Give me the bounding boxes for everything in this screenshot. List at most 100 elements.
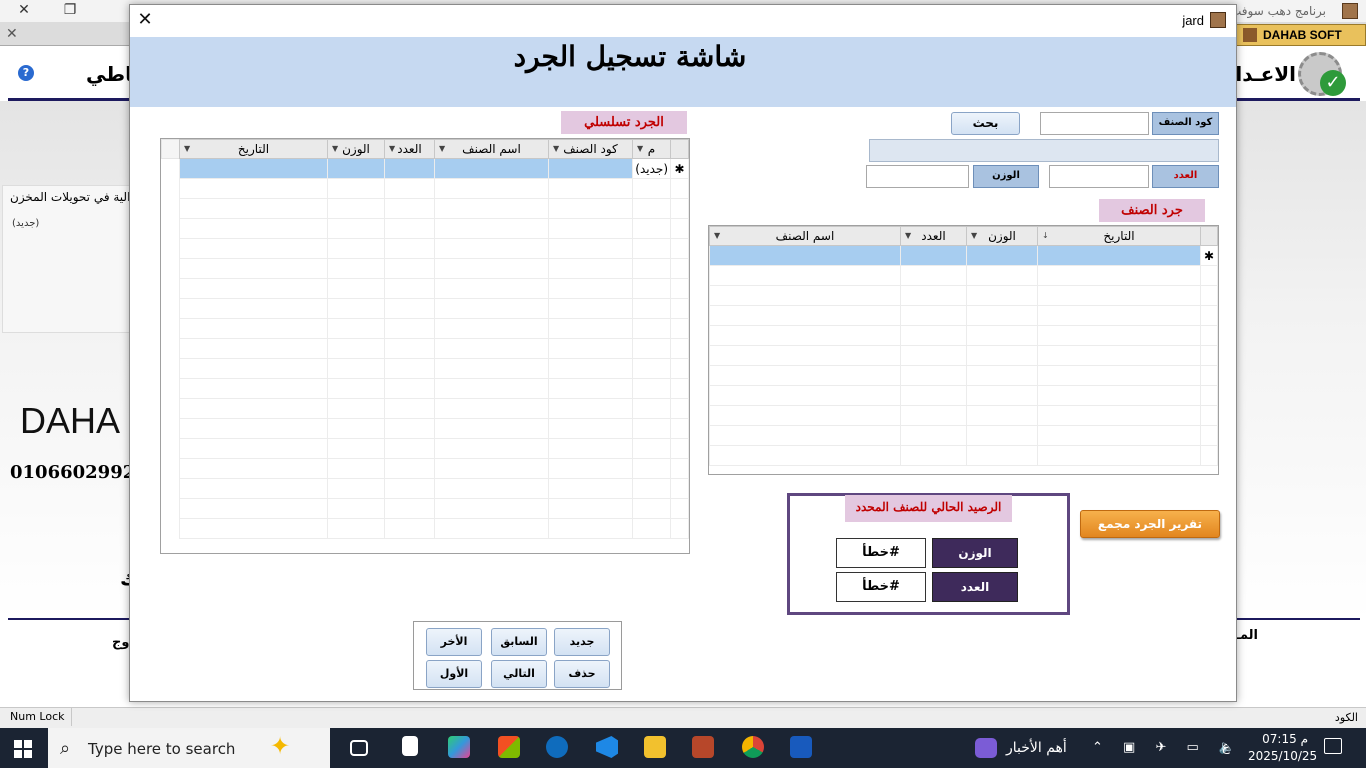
table-row	[709, 305, 1218, 326]
file-icon[interactable]	[402, 736, 418, 756]
balance-weight-label: الوزن	[932, 538, 1018, 568]
new-record-button[interactable]: جديد	[554, 628, 610, 656]
delete-record-button[interactable]: حذف	[554, 660, 610, 688]
mail-icon[interactable]	[546, 736, 568, 758]
table-row[interactable]: ✱ (جديد)	[162, 158, 689, 179]
table-row	[162, 258, 689, 279]
dialog-title-icon	[1210, 12, 1226, 28]
restore-icon[interactable]: ❐	[48, 0, 92, 22]
news-label[interactable]: أهم الأخبار	[1006, 740, 1067, 756]
column-header-date[interactable]: التاريخ ▼	[179, 139, 328, 159]
previous-record-button[interactable]: السابق	[491, 628, 547, 656]
close-icon[interactable]: ✕	[2, 0, 46, 22]
dropdown-arrow-icon[interactable]: ▼	[637, 144, 643, 153]
inventory-report-button[interactable]: تقرير الجرد مجمع اصناف	[1080, 510, 1220, 557]
sort-asc-icon[interactable]: ↓	[1042, 231, 1049, 240]
table-row	[162, 378, 689, 399]
weight-input[interactable]	[866, 165, 969, 188]
count-label: العدد	[1152, 165, 1219, 188]
table-row	[709, 405, 1218, 426]
chrome-icon[interactable]	[742, 736, 764, 758]
notification-icon[interactable]	[1324, 738, 1342, 754]
app-card[interactable]	[2, 185, 130, 333]
column-header-count[interactable]: العدد ▼	[384, 139, 435, 159]
item-code-input[interactable]	[1040, 112, 1149, 135]
dropdown-arrow-icon[interactable]: ▼	[971, 231, 977, 240]
dropdown-arrow-icon[interactable]: ▼	[553, 144, 559, 153]
item-name-field[interactable]	[869, 139, 1219, 162]
column-header-weight[interactable]: الوزن ▼	[966, 226, 1038, 246]
clock-date: 2025/10/25	[1248, 749, 1318, 763]
dropdown-arrow-icon[interactable]: ▼	[905, 231, 911, 240]
check-icon: ✓	[1320, 70, 1346, 96]
dropdown-arrow-icon[interactable]: ▼	[332, 144, 338, 153]
folder-icon[interactable]	[644, 736, 666, 758]
current-balance-title: الرصيد الحالي للصنف المحدد	[845, 495, 1012, 522]
row-selector-header[interactable]	[1200, 226, 1218, 246]
column-header-item-code[interactable]: كود الصنف ▼	[548, 139, 633, 159]
word-icon[interactable]	[790, 736, 812, 758]
card-title: الية في تحويلات المخزن	[10, 190, 131, 204]
weight-label: الوزن	[973, 165, 1039, 188]
new-row-marker: ✱	[670, 158, 689, 179]
table-row	[709, 325, 1218, 346]
table-row[interactable]: ✱	[709, 245, 1218, 266]
copilot-sparkle-icon[interactable]: ✦	[270, 732, 290, 760]
task-view-icon[interactable]	[350, 740, 368, 756]
language-indicator[interactable]: ع	[1222, 740, 1230, 755]
dropdown-arrow-icon[interactable]: ▼	[439, 144, 445, 153]
column-header-serial[interactable]: م ▼	[632, 139, 671, 159]
first-record-button[interactable]: الأول	[426, 660, 482, 688]
table-row	[709, 425, 1218, 446]
access-icon[interactable]	[692, 736, 714, 758]
table-row	[162, 358, 689, 379]
tab-dahab-soft[interactable]: DAHAB SOFT	[1236, 24, 1366, 46]
column-header-weight[interactable]: الوزن ▼	[327, 139, 385, 159]
table-row	[709, 265, 1218, 286]
tab-close-icon[interactable]: ✕	[6, 26, 18, 42]
dropdown-arrow-icon[interactable]: ▼	[714, 231, 720, 240]
column-header-count[interactable]: العدد ▼	[900, 226, 967, 246]
brand-text: DAHA	[20, 400, 121, 441]
column-header-date[interactable]: التاريخ ↓	[1037, 226, 1201, 246]
count-input[interactable]	[1049, 165, 1149, 188]
serial-inventory-grid[interactable]: م ▼ كود الصنف ▼ اسم الصنف ▼ العدد ▼ الوزن ▼ ا…	[160, 138, 690, 554]
help-icon[interactable]: ?	[18, 65, 34, 81]
table-row	[162, 318, 689, 339]
tab-logo-icon	[1243, 28, 1257, 42]
table-row	[709, 385, 1218, 406]
windows-start-icon[interactable]	[14, 740, 32, 758]
dialog-close-button[interactable]: ✕	[136, 9, 154, 31]
item-inventory-grid[interactable]: التاريخ ↓ الوزن ▼ العدد ▼ اسم الصنف ▼ ✱	[708, 225, 1219, 475]
column-header-item-name[interactable]: اسم الصنف ▼	[709, 226, 901, 246]
system-tray-icons[interactable]: ⌃ ▣ ✈ ▭ 🔈	[1092, 740, 1243, 755]
grid-filler-header	[161, 139, 180, 159]
table-row	[709, 345, 1218, 366]
table-row	[162, 238, 689, 259]
clock-time: 07:15 م	[1262, 732, 1308, 746]
table-row	[162, 338, 689, 359]
store-icon[interactable]	[498, 736, 520, 758]
table-row	[162, 518, 689, 539]
clock[interactable]: 07:15 م 2025/10/25	[1248, 731, 1318, 765]
search-placeholder[interactable]: Type here to search	[88, 740, 235, 758]
item-code-label: كود الصنف	[1152, 112, 1219, 135]
app-logo-icon	[1342, 3, 1358, 19]
last-record-button[interactable]: الأخر	[426, 628, 482, 656]
row-selector-header[interactable]	[670, 139, 689, 159]
table-row	[709, 365, 1218, 386]
column-header-item-name[interactable]: اسم الصنف ▼	[434, 139, 549, 159]
table-row	[709, 285, 1218, 306]
news-widget-icon[interactable]	[975, 738, 997, 758]
copilot-app-icon[interactable]	[448, 736, 470, 758]
table-row	[162, 278, 689, 299]
app-title: برنامج دهب سوفت	[1230, 4, 1326, 18]
next-record-button[interactable]: التالي	[491, 660, 547, 688]
search-button[interactable]: بحث	[951, 112, 1020, 135]
dropdown-arrow-icon[interactable]: ▼	[389, 144, 395, 153]
status-code: الكود	[1334, 711, 1358, 724]
new-row-text[interactable]: (جديد)	[632, 158, 671, 179]
dropdown-arrow-icon[interactable]: ▼	[184, 144, 190, 153]
table-row	[162, 178, 689, 199]
new-row-marker: ✱	[1200, 245, 1218, 266]
